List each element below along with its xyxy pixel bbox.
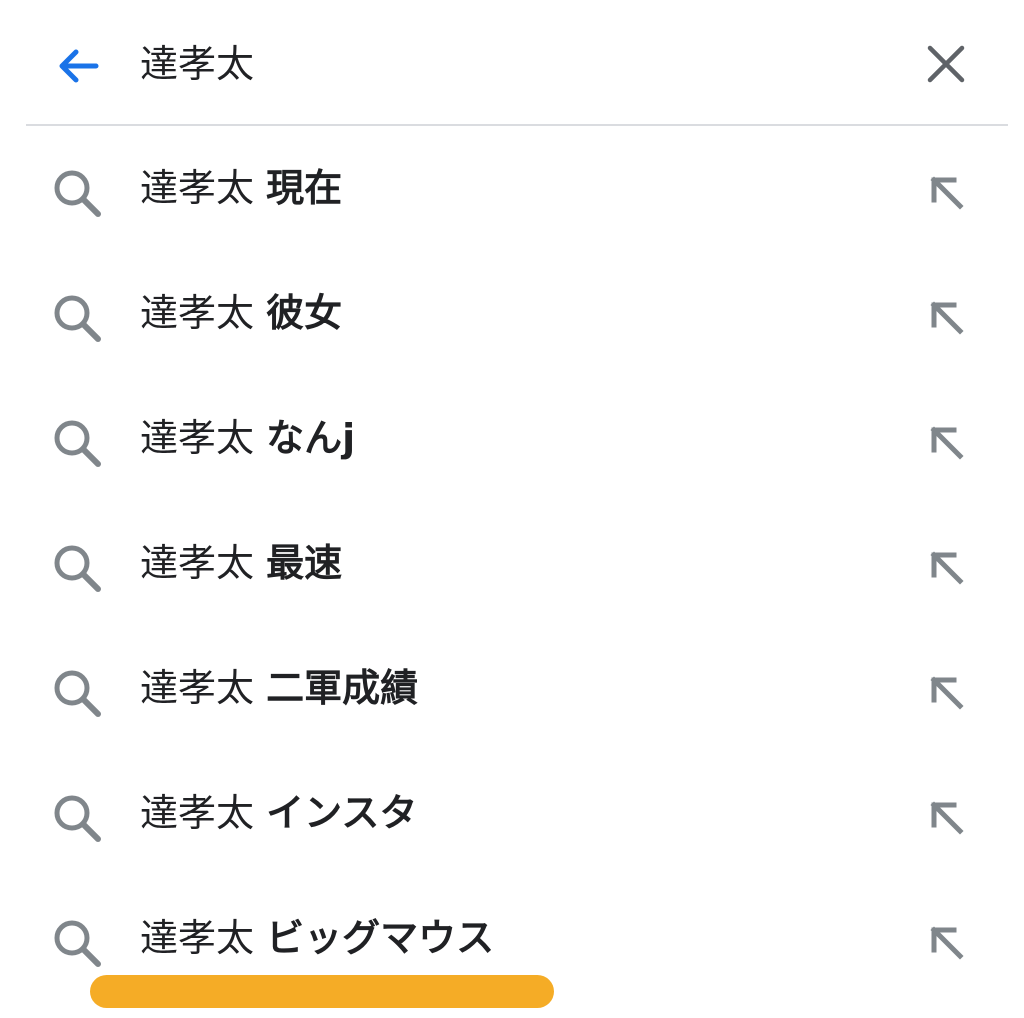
suggestion-item[interactable]: 達孝太 二軍成績 (0, 626, 1024, 751)
clear-button[interactable] (914, 32, 978, 96)
fill-query-button[interactable] (918, 289, 974, 345)
close-icon (927, 45, 965, 83)
search-bar: 達孝太 (0, 0, 1024, 126)
suggestion-suffix: 二軍成績 (266, 666, 419, 710)
search-icon (54, 670, 101, 717)
suggestion-prefix: 達孝太 (140, 791, 255, 835)
fill-query-button[interactable] (918, 164, 974, 220)
arrow-left-icon (59, 49, 99, 83)
fill-query-button[interactable] (918, 914, 974, 970)
arrow-up-left-icon (930, 926, 964, 960)
suggestion-prefix: 達孝太 (140, 291, 255, 335)
search-icon (54, 295, 101, 342)
arrow-up-left-icon (930, 176, 964, 210)
suggestion-list: 達孝太 現在 達孝太 彼女 達孝太 なんj 達孝太 最速 達孝太 二軍成績 達孝… (0, 126, 1024, 1001)
suggestion-text: 達孝太 なんj (140, 408, 355, 468)
highlight-underline (90, 975, 554, 1008)
suggestion-prefix: 達孝太 (140, 541, 255, 585)
suggestion-text: 達孝太 二軍成績 (140, 658, 418, 718)
suggestion-item[interactable]: 達孝太 最速 (0, 501, 1024, 626)
suggestion-item[interactable]: 達孝太 現在 (0, 126, 1024, 251)
suggestion-text: 達孝太 ビッグマウス (140, 908, 494, 968)
suggestion-item[interactable]: 達孝太 なんj (0, 376, 1024, 501)
arrow-up-left-icon (930, 676, 964, 710)
arrow-up-left-icon (930, 426, 964, 460)
fill-query-button[interactable] (918, 789, 974, 845)
search-icon (54, 420, 101, 467)
suggestion-prefix: 達孝太 (140, 916, 255, 960)
suggestion-suffix: 彼女 (266, 291, 343, 335)
suggestion-text: 達孝太 インスタ (140, 783, 417, 843)
fill-query-button[interactable] (918, 539, 974, 595)
search-icon (54, 795, 101, 842)
arrow-up-left-icon (930, 551, 964, 585)
suggestion-suffix: 最速 (266, 541, 343, 585)
suggestion-prefix: 達孝太 (140, 666, 255, 710)
fill-query-button[interactable] (918, 664, 974, 720)
arrow-up-left-icon (930, 301, 964, 335)
search-input[interactable]: 達孝太 (140, 34, 254, 94)
suggestion-suffix: インスタ (266, 791, 418, 835)
suggestion-text: 達孝太 彼女 (140, 283, 342, 343)
suggestion-suffix: ビッグマウス (266, 916, 495, 960)
arrow-up-left-icon (930, 801, 964, 835)
suggestion-item[interactable]: 達孝太 インスタ (0, 751, 1024, 876)
back-button[interactable] (46, 34, 110, 98)
search-icon (54, 545, 101, 592)
suggestion-prefix: 達孝太 (140, 416, 255, 460)
suggestion-item[interactable]: 達孝太 彼女 (0, 251, 1024, 376)
suggestion-suffix: 現在 (266, 166, 343, 210)
suggestion-prefix: 達孝太 (140, 166, 255, 210)
search-icon (54, 920, 101, 967)
fill-query-button[interactable] (918, 414, 974, 470)
search-icon (54, 170, 101, 217)
suggestion-text: 達孝太 現在 (140, 158, 342, 218)
suggestion-text: 達孝太 最速 (140, 533, 342, 593)
suggestion-suffix: なんj (266, 416, 356, 460)
